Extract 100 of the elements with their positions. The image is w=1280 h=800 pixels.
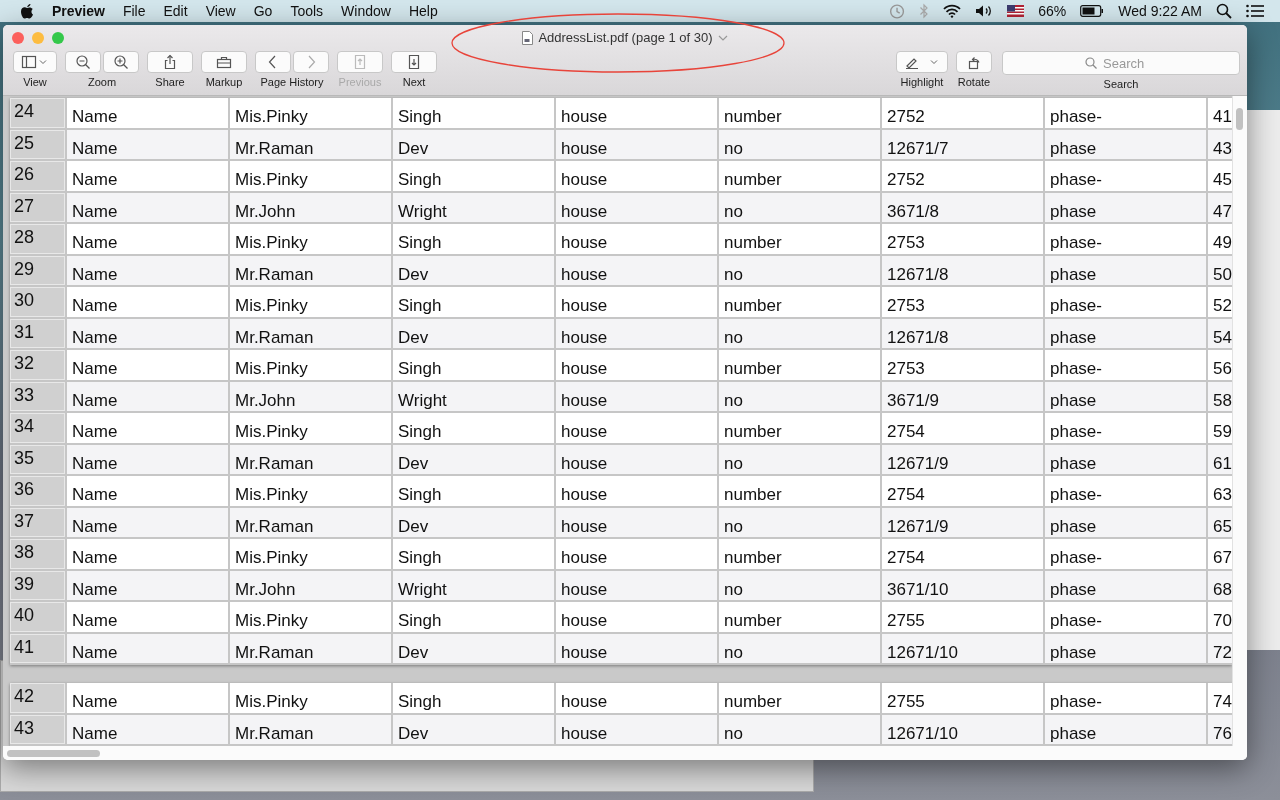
toolbar-label: Page History: [260, 76, 324, 88]
menu-item[interactable]: Edit: [154, 3, 197, 19]
table-cell: phase-: [1043, 98, 1206, 128]
page-up-icon: [352, 54, 368, 70]
table-cell: phase: [1043, 318, 1206, 348]
table-cell: number: [717, 161, 880, 191]
table-cell: house: [554, 570, 717, 600]
table-cell: phase-: [1043, 539, 1206, 569]
zoom-out-button[interactable]: [65, 51, 101, 73]
list-icon[interactable]: [1246, 4, 1264, 18]
table-cell: Mis.Pinky: [228, 161, 391, 191]
share-button[interactable]: [147, 51, 193, 73]
row-number: 33: [10, 381, 65, 411]
table-cell: Name: [65, 161, 228, 191]
view-button[interactable]: [13, 51, 57, 73]
table-cell: no: [717, 192, 880, 222]
table-cell: no: [717, 570, 880, 600]
table-cell: number: [717, 476, 880, 506]
row-number: 38: [10, 539, 65, 569]
table-cell: no: [717, 507, 880, 537]
table-cell: no: [717, 255, 880, 285]
table-cell: house: [554, 381, 717, 411]
rotate-icon: [966, 54, 982, 70]
table-cell: Name: [65, 507, 228, 537]
table-cell: Singh: [391, 224, 554, 254]
wifi-icon[interactable]: [943, 4, 962, 18]
search-field[interactable]: Search: [1002, 51, 1240, 75]
row-number: 30: [10, 287, 65, 317]
table-cell: Name: [65, 318, 228, 348]
table-cell: Name: [65, 98, 228, 128]
table-cell: 2752: [880, 98, 1043, 128]
table-cell: number: [717, 683, 880, 713]
back-button[interactable]: [255, 51, 291, 73]
table-cell: Dev: [391, 444, 554, 474]
menu-item[interactable]: Help: [399, 3, 447, 19]
table-cell: Mis.Pinky: [228, 602, 391, 632]
next-button[interactable]: [391, 51, 437, 73]
toolbar-label: View: [23, 76, 47, 88]
table-cell: number: [717, 224, 880, 254]
search-icon[interactable]: [1216, 3, 1232, 19]
table-cell: 2754: [880, 539, 1043, 569]
table-cell: house: [554, 287, 717, 317]
table-cell: 2753: [880, 224, 1043, 254]
table-cell: Name: [65, 602, 228, 632]
apple-icon[interactable]: [20, 3, 34, 19]
row-number: 26: [10, 161, 65, 191]
share-icon: [162, 54, 178, 70]
menu-item[interactable]: Go: [244, 3, 282, 19]
table-cell: house: [554, 444, 717, 474]
page-down-icon: [406, 54, 422, 70]
table-cell: house: [554, 98, 717, 128]
row-number: 37: [10, 507, 65, 537]
scroll-thumb[interactable]: [1236, 108, 1243, 130]
flag-icon[interactable]: [1007, 5, 1025, 17]
row-number: 42: [10, 683, 65, 713]
menu-item[interactable]: Tools: [281, 3, 333, 19]
menu-item[interactable]: View: [196, 3, 245, 19]
table-cell: Name: [65, 714, 228, 744]
scroll-thumb[interactable]: [7, 750, 100, 757]
table-cell: Mis.Pinky: [228, 683, 391, 713]
table-cell: phase-: [1043, 161, 1206, 191]
table-cell: 12671/9: [880, 444, 1043, 474]
menu-item[interactable]: Preview: [50, 3, 114, 19]
table-cell: Singh: [391, 602, 554, 632]
row-number: 43: [10, 714, 65, 744]
row-number: 34: [10, 413, 65, 443]
table-cell: no: [717, 633, 880, 663]
table-cell: 2752: [880, 161, 1043, 191]
table-cell: number: [717, 413, 880, 443]
toolbar-label: Rotate: [957, 76, 991, 88]
table-cell: Dev: [391, 255, 554, 285]
row-number: 29: [10, 255, 65, 285]
table-cell: phase: [1043, 507, 1206, 537]
table-cell: Mis.Pinky: [228, 413, 391, 443]
table-cell: house: [554, 539, 717, 569]
highlight-button[interactable]: [896, 51, 948, 73]
table-cell: Mis.Pinky: [228, 224, 391, 254]
table-cell: 2755: [880, 683, 1043, 713]
table-cell: Singh: [391, 476, 554, 506]
table-cell: number: [717, 539, 880, 569]
zoom-in-button[interactable]: [103, 51, 139, 73]
document-icon: [522, 30, 534, 45]
table-cell: house: [554, 255, 717, 285]
table-cell: 2755: [880, 602, 1043, 632]
table-cell: house: [554, 413, 717, 443]
menu-clock[interactable]: Wed 9:22 AM: [1118, 3, 1202, 19]
rotate-button[interactable]: [956, 51, 992, 73]
volume-icon[interactable]: [975, 4, 994, 18]
table-cell: Name: [65, 570, 228, 600]
row-number: 24: [10, 98, 65, 128]
battery-icon[interactable]: [1080, 5, 1105, 17]
row-number: 31: [10, 318, 65, 348]
menu-item[interactable]: File: [113, 3, 155, 19]
menu-item[interactable]: Window: [332, 3, 400, 19]
markup-button[interactable]: [201, 51, 247, 73]
table-cell: phase-: [1043, 287, 1206, 317]
table-cell: house: [554, 476, 717, 506]
row-number: 40: [10, 602, 65, 632]
table-cell: phase-: [1043, 683, 1206, 713]
table-cell: Name: [65, 192, 228, 222]
